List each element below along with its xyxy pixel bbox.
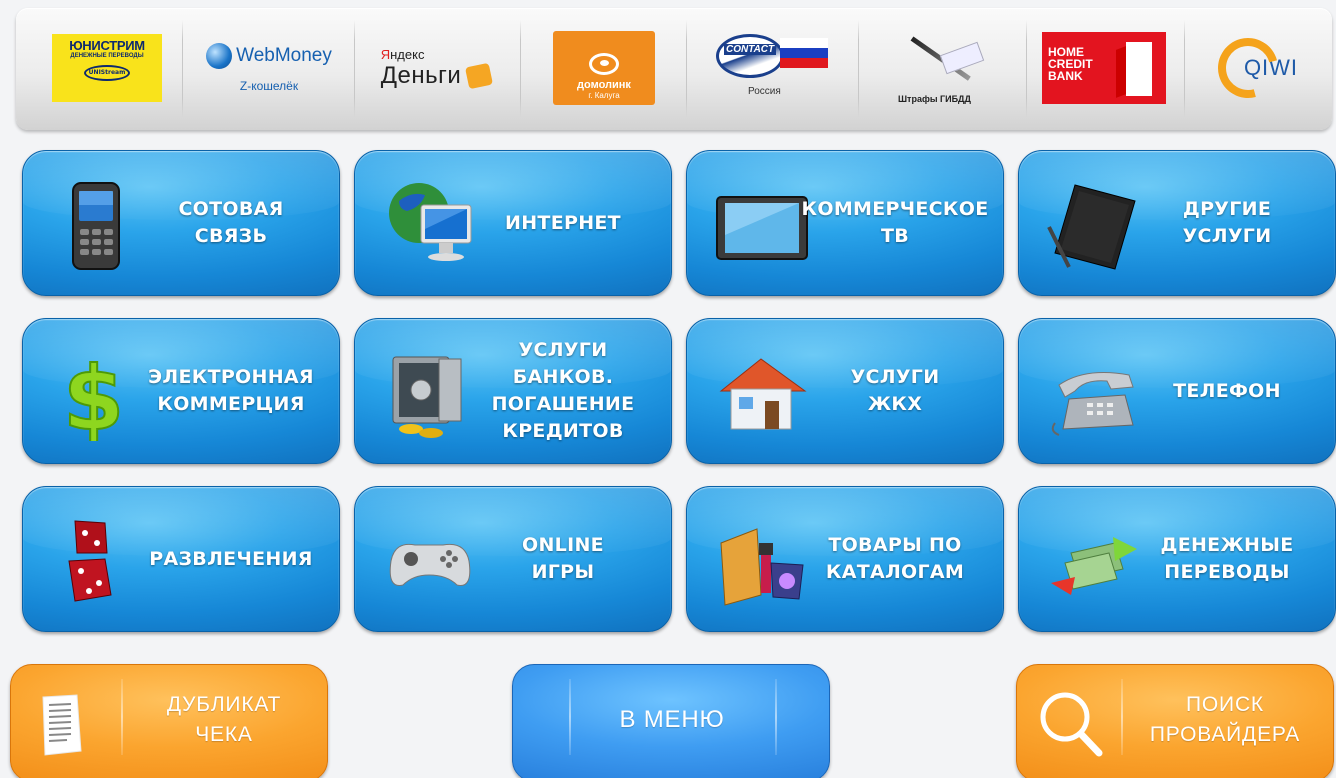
tile-online-games[interactable]: ONLINE ИГРЫ <box>354 486 672 632</box>
tile-label: ONLINE ИГРЫ <box>522 534 604 583</box>
tile-catalog-goods[interactable]: ТОВАРЫ ПО КАТАЛОГАМ <box>686 486 1004 632</box>
divider <box>775 679 777 755</box>
divider <box>182 20 183 118</box>
contact-word: CONTACT <box>724 44 777 55</box>
tile-entertainment[interactable]: РАЗВЛЕЧЕНИЯ <box>22 486 340 632</box>
divider <box>686 20 687 118</box>
gibdd-logo: Штрафы ГИБДД <box>882 26 1002 110</box>
domolink-title: домолинк <box>577 79 631 91</box>
menu-button[interactable]: В МЕНЮ <box>512 664 830 778</box>
dice-icon <box>68 520 112 602</box>
tile-mobile[interactable]: СОТОВАЯ СВЯЗЬ <box>22 150 340 296</box>
provider-webmoney[interactable]: WebMoney Z-кошелёк <box>186 18 352 118</box>
home-credit-text: HOME CREDIT BANK <box>1048 45 1093 83</box>
divider <box>569 679 571 755</box>
unistream-logo: ЮНИСТРИМ ДЕНЕЖНЫЕ ПЕРЕВОДЫ UNIStream <box>52 34 162 102</box>
divider <box>1026 20 1027 118</box>
divider <box>1184 20 1185 118</box>
tile-label: ТЕЛЕФОН <box>1173 379 1281 402</box>
duplicate-receipt-button[interactable]: ДУБЛИКАТ ЧЕКА <box>10 664 328 778</box>
provider-contact[interactable]: CONTACT Россия <box>688 18 856 118</box>
tile-label: ДЕНЕЖНЫЕ ПЕРЕВОДЫ <box>1160 534 1294 583</box>
provider-home-credit[interactable]: HOME CREDIT BANK <box>1028 18 1180 118</box>
tile-bank-services[interactable]: УСЛУГИ БАНКОВ. ПОГАШЕНИЕ КРЕДИТОВ <box>354 318 672 464</box>
contact-country: Россия <box>748 86 781 97</box>
qiwi-ring-icon <box>1206 27 1289 109</box>
provider-unistream[interactable]: ЮНИСТРИМ ДЕНЕЖНЫЕ ПЕРЕВОДЫ UNIStream <box>38 18 176 118</box>
tile-label: ТОВАРЫ ПО КАТАЛОГАМ <box>825 534 965 583</box>
provider-qiwi[interactable]: QIWI <box>1186 18 1330 118</box>
webmoney-logo: WebMoney Z-кошелёк <box>206 43 332 93</box>
duplicate-receipt-label: ДУБЛИКАТ ЧЕКА <box>166 693 282 746</box>
provider-strip: ЮНИСТРИМ ДЕНЕЖНЫЕ ПЕРЕВОДЫ UNIStream Web… <box>16 8 1332 130</box>
divider <box>520 20 521 118</box>
search-provider-button[interactable]: ПОИСК ПРОВАЙДЕРА <box>1016 664 1334 778</box>
contact-oval-icon <box>716 34 784 78</box>
tile-label: РАЗВЛЕЧЕНИЯ <box>149 547 313 570</box>
unistream-badge: UNIStream <box>84 65 130 81</box>
tile-label: ДРУГИЕ УСЛУГИ <box>1182 198 1272 247</box>
yandex-title: Яндекс <box>380 46 425 62</box>
divider <box>858 20 859 118</box>
tile-other-services[interactable]: ДРУГИЕ УСЛУГИ <box>1018 150 1336 296</box>
search-icon <box>1040 692 1103 757</box>
svg-text:$: $ <box>63 347 124 441</box>
provider-yandex-money[interactable]: Яндекс Деньги <box>356 18 516 118</box>
tile-telephone[interactable]: ТЕЛЕФОН <box>1018 318 1336 464</box>
receipt-icon <box>42 694 82 756</box>
tile-label: ЭЛЕКТРОННАЯ КОММЕРЦИЯ <box>148 366 314 415</box>
tile-label: ИНТЕРНЕТ <box>505 211 621 234</box>
safe-icon <box>392 356 462 438</box>
globe-monitor-icon <box>389 183 472 261</box>
gibdd-label: Штрафы ГИБДД <box>898 94 971 104</box>
gamepad-icon <box>389 543 471 586</box>
tile-label: УСЛУГИ БАНКОВ. ПОГАШЕНИЕ КРЕДИТОВ <box>491 339 635 442</box>
divider <box>1121 679 1123 755</box>
qiwi-logo: QIWI <box>1206 27 1298 109</box>
tile-money-transfers[interactable]: ДЕНЕЖНЫЕ ПЕРЕВОДЫ <box>1018 486 1336 632</box>
provider-domolink[interactable]: домолинк г. Калуга <box>524 18 684 118</box>
tile-commercial-tv[interactable]: КОММЕРЧЕСКОЕ ТВ <box>686 150 1004 296</box>
tile-label: КОММЕРЧЕСКОЕ ТВ <box>801 198 989 247</box>
webmoney-name: WebMoney <box>236 45 332 66</box>
webmoney-sub: Z-кошелёк <box>239 79 299 93</box>
domolink-emblem-icon <box>589 53 619 75</box>
wallet-icon <box>465 62 494 89</box>
tile-internet[interactable]: ИНТЕРНЕТ <box>354 150 672 296</box>
house-icon <box>719 358 807 430</box>
ticket-icon <box>939 41 985 75</box>
telephone-icon <box>1051 372 1134 436</box>
home-credit-logo: HOME CREDIT BANK <box>1042 32 1166 104</box>
tv-icon <box>716 196 808 260</box>
mobile-phone-icon <box>72 182 120 270</box>
russia-flag-icon <box>780 38 828 68</box>
provider-gibdd-fines[interactable]: Штрафы ГИБДД <box>862 18 1022 118</box>
tile-housing-services[interactable]: УСЛУГИ ЖКХ <box>686 318 1004 464</box>
dollar-icon: $ <box>62 346 125 441</box>
tile-label: СОТОВАЯ СВЯЗЬ <box>178 198 284 247</box>
notebook-icon <box>1047 184 1136 270</box>
unistream-subtitle: ДЕНЕЖНЫЕ ПЕРЕВОДЫ <box>70 53 144 59</box>
divider <box>121 679 123 755</box>
catalog-icon <box>720 528 804 606</box>
divider <box>354 20 355 118</box>
tile-label: УСЛУГИ ЖКХ <box>850 366 940 415</box>
tile-e-commerce[interactable]: $ ЭЛЕКТРОННАЯ КОММЕРЦИЯ <box>22 318 340 464</box>
yandex-money-label: Деньги <box>380 61 462 89</box>
yandex-money-logo: Яндекс Деньги <box>380 46 494 90</box>
money-transfer-icon <box>1051 537 1137 595</box>
domolink-logo: домолинк г. Калуга <box>553 31 655 105</box>
globe-icon <box>206 43 233 69</box>
unistream-title: ЮНИСТРИМ <box>69 38 145 53</box>
door-icon <box>1126 42 1152 96</box>
search-provider-label: ПОИСК ПРОВАЙДЕРА <box>1149 693 1301 746</box>
contact-logo: CONTACT Россия <box>712 28 832 108</box>
domolink-city: г. Калуга <box>588 91 620 100</box>
menu-label: В МЕНЮ <box>619 706 725 733</box>
